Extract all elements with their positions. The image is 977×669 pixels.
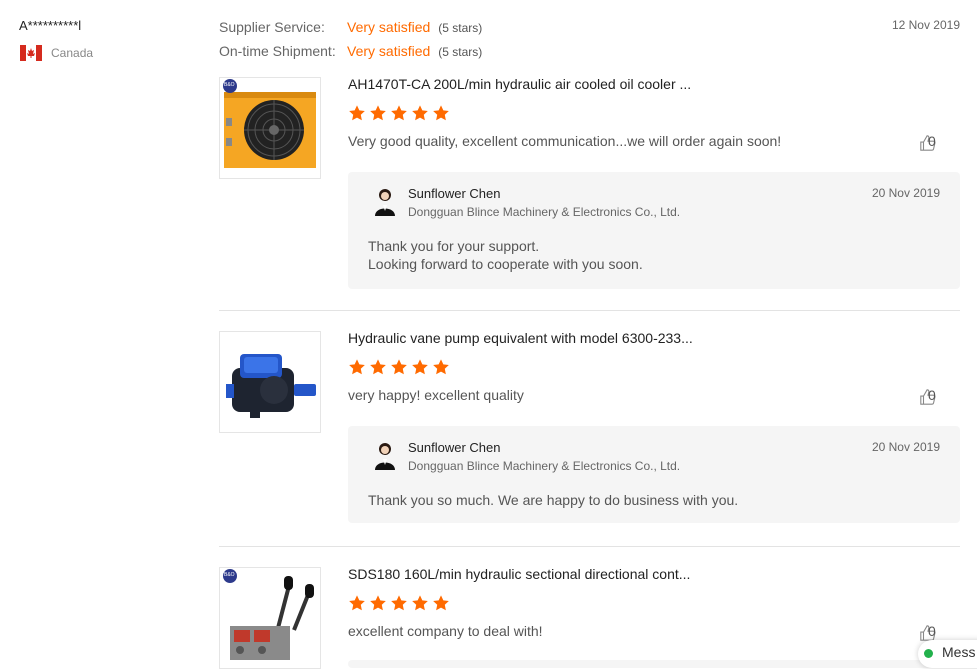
on-time-shipment-label: On-time Shipment:: [219, 43, 336, 59]
reply-text: Looking forward to cooperate with you so…: [368, 256, 643, 272]
on-time-shipment-stars: (5 stars): [438, 45, 483, 59]
avatar: [375, 443, 395, 470]
supplier-service-value: Very satisfied: [347, 19, 431, 35]
star-icon: [349, 595, 365, 611]
supplier-service-label: Supplier Service:: [219, 19, 325, 35]
reply-company: Dongguan Blince Machinery & Electronics …: [408, 459, 681, 473]
supplier-service-stars: (5 stars): [438, 21, 483, 35]
supplier-reply: Sunflower Chen Dongguan Blince Machinery…: [348, 172, 960, 289]
brand-badge: B&O: [224, 572, 235, 578]
reply-date: 20 Nov 2019: [871, 186, 940, 200]
review-date: 12 Nov 2019: [891, 18, 960, 32]
review-star-rating: [348, 104, 450, 122]
star-icon: [370, 105, 386, 121]
product-image-vane-pump[interactable]: [219, 331, 321, 433]
star-icon: [349, 105, 365, 121]
reply-author-name: Sunflower Chen: [408, 440, 501, 455]
review-text: very happy! excellent quality: [348, 387, 524, 403]
supplier-reply: [348, 660, 960, 668]
like-count: 0: [928, 387, 936, 403]
star-icon: [412, 359, 428, 375]
product-title-link[interactable]: AH1470T-CA 200L/min hydraulic air cooled…: [348, 76, 691, 92]
review-divider: [219, 310, 960, 311]
reply-author-name: Sunflower Chen: [408, 186, 501, 201]
star-icon: [370, 359, 386, 375]
reply-text: Thank you for your support.: [368, 238, 540, 254]
vane-pump-image: [226, 354, 316, 418]
reply-company: Dongguan Blince Machinery & Electronics …: [408, 205, 681, 219]
buyer-name: A**********l: [19, 18, 82, 33]
star-icon: [391, 105, 407, 121]
product-title-link[interactable]: SDS180 160L/min hydraulic sectional dire…: [348, 566, 690, 582]
star-icon: [391, 595, 407, 611]
star-icon: [412, 105, 428, 121]
product-image-directional-valve[interactable]: B&O: [219, 567, 321, 669]
online-status-icon: [924, 649, 933, 658]
reply-date: 20 Nov 2019: [871, 440, 940, 454]
star-icon: [349, 359, 365, 375]
like-count: 0: [928, 133, 936, 149]
canada-flag-icon: [20, 45, 42, 61]
review-text: excellent company to deal with!: [348, 623, 543, 639]
review-star-rating: [348, 594, 450, 612]
review-text: Very good quality, excellent communicati…: [348, 133, 782, 149]
on-time-shipment-rating: Very satisfied (5 stars): [347, 43, 482, 59]
review-star-rating: [348, 358, 450, 376]
directional-valve-image: [223, 569, 314, 660]
buyer-country: Canada: [51, 46, 94, 60]
oil-cooler-image: [223, 79, 316, 168]
on-time-shipment-value: Very satisfied: [347, 43, 431, 59]
reply-text: Thank you so much. We are happy to do bu…: [368, 492, 739, 508]
like-count: 0: [928, 623, 936, 639]
star-icon: [370, 595, 386, 611]
avatar: [375, 189, 395, 216]
star-icon: [412, 595, 428, 611]
product-title-link[interactable]: Hydraulic vane pump equivalent with mode…: [348, 330, 693, 346]
supplier-service-rating: Very satisfied (5 stars): [347, 19, 482, 35]
star-icon: [433, 595, 449, 611]
brand-badge: B&O: [224, 82, 235, 88]
star-icon: [433, 105, 449, 121]
review-divider: [219, 546, 960, 547]
supplier-reply: Sunflower Chen Dongguan Blince Machinery…: [348, 426, 960, 523]
star-icon: [433, 359, 449, 375]
product-image-oil-cooler[interactable]: B&O: [219, 77, 321, 179]
message-widget-label: Mess: [942, 644, 976, 660]
star-icon: [391, 359, 407, 375]
message-widget[interactable]: Mess: [918, 640, 977, 668]
